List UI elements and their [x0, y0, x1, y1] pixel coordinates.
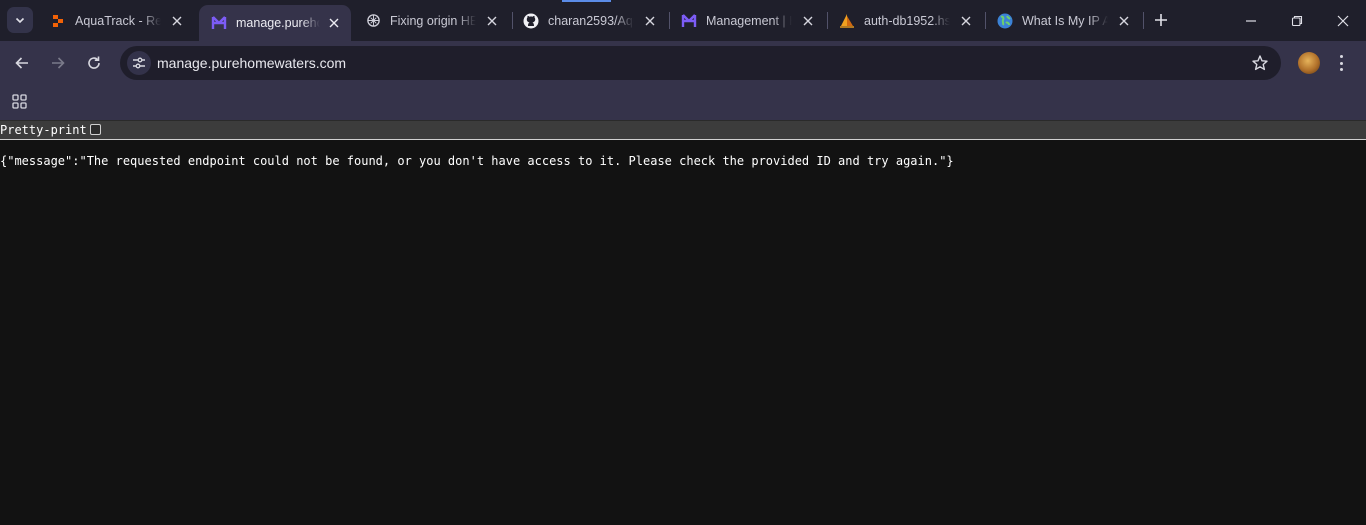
tab-fixing-origin-head[interactable]: Fixing origin HEAD: [353, 6, 509, 35]
site-info-button[interactable]: [127, 51, 151, 75]
new-tab-button[interactable]: [1151, 10, 1171, 30]
pretty-print-bar: Pretty-print: [0, 120, 1366, 140]
json-response-text: {"message":"The requested endpoint could…: [0, 154, 954, 168]
close-icon[interactable]: [800, 13, 816, 29]
pretty-print-label[interactable]: Pretty-print: [0, 123, 87, 137]
pretty-print-checkbox[interactable]: [90, 124, 101, 135]
plus-icon: [1155, 14, 1167, 26]
tab-title: Management | Home: [706, 13, 792, 28]
tab-search-button[interactable]: [7, 7, 33, 33]
tab-manage-purehomewaters[interactable]: manage.purehomewaters.com: [199, 5, 351, 41]
bookmarks-bar: [0, 85, 1366, 120]
back-button[interactable]: [10, 51, 34, 75]
management-app-icon: [211, 15, 227, 31]
browser-toolbar: manage.purehomewaters.com: [0, 41, 1366, 85]
tab-activity-indicator: [562, 0, 611, 2]
tab-title: Fixing origin HEAD: [390, 13, 476, 28]
star-icon: [1252, 55, 1268, 71]
replit-icon: [50, 13, 66, 29]
chatgpt-icon: [365, 13, 381, 29]
tab-auth-db[interactable]: auth-db1952.hstgr.io: [827, 6, 983, 35]
close-icon[interactable]: [484, 13, 500, 29]
kebab-menu-icon: [1339, 55, 1343, 58]
tab-title: manage.purehomewaters.com: [236, 16, 320, 30]
close-window-button[interactable]: [1320, 0, 1366, 41]
db-sail-icon: [839, 13, 855, 29]
bookmark-star-button[interactable]: [1251, 54, 1269, 72]
restore-icon: [1291, 15, 1303, 26]
kebab-dot: [1339, 68, 1343, 71]
management-app-icon: [681, 13, 697, 29]
browser-menu-button[interactable]: [1336, 53, 1346, 73]
url-text[interactable]: manage.purehomewaters.com: [157, 55, 346, 71]
tab-github-aquatrack[interactable]: charan2593/AquaTrack: [511, 6, 667, 35]
profile-avatar[interactable]: [1298, 52, 1320, 74]
tab-management-home[interactable]: Management | Home: [669, 6, 825, 35]
close-icon[interactable]: [169, 13, 185, 29]
reload-icon: [88, 56, 100, 69]
minimize-button[interactable]: [1228, 0, 1274, 41]
tab-aquatrack-replit[interactable]: AquaTrack - Replit: [38, 6, 194, 35]
minimize-icon: [1246, 19, 1256, 22]
tune-icon: [133, 57, 145, 69]
globe-icon: [997, 13, 1013, 29]
close-icon[interactable]: [642, 13, 658, 29]
apps-button[interactable]: [11, 93, 29, 111]
tab-title: AquaTrack - Replit: [75, 13, 161, 28]
tab-title: What Is My IP Address: [1022, 13, 1108, 28]
tab-separator: [1143, 12, 1144, 29]
chevron-down-icon: [15, 17, 25, 24]
tab-what-is-my-ip[interactable]: What Is My IP Address: [985, 6, 1141, 35]
tab-strip: AquaTrack - Replit manage.purehomewaters…: [0, 0, 1366, 41]
tab-title: auth-db1952.hstgr.io: [864, 13, 950, 28]
kebab-dot: [1339, 61, 1343, 65]
close-icon[interactable]: [326, 15, 342, 31]
apps-grid-icon: [12, 94, 27, 109]
forward-button[interactable]: [46, 51, 70, 75]
close-icon: [1337, 15, 1349, 26]
address-bar[interactable]: manage.purehomewaters.com: [120, 46, 1281, 80]
arrow-left-icon: [15, 57, 28, 69]
restore-button[interactable]: [1274, 0, 1320, 41]
close-icon[interactable]: [1116, 13, 1132, 29]
arrow-right-icon: [52, 57, 65, 69]
close-icon[interactable]: [958, 13, 974, 29]
github-icon: [523, 13, 539, 29]
reload-button[interactable]: [82, 51, 106, 75]
tab-title: charan2593/AquaTrack: [548, 13, 634, 28]
